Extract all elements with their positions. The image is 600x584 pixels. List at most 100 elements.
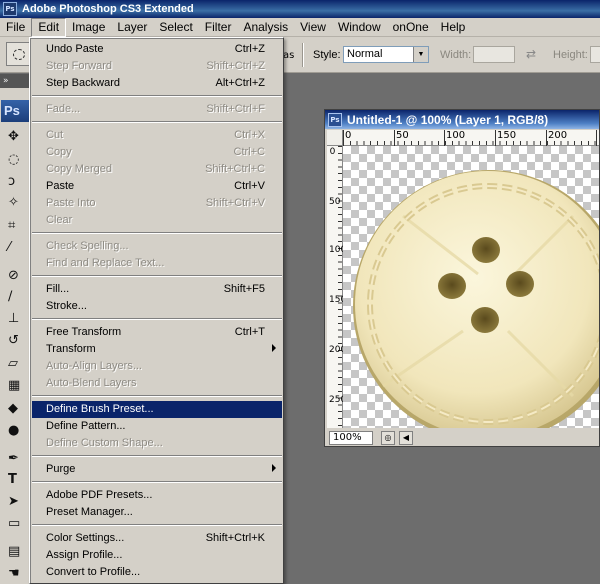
ruler-mark — [343, 130, 344, 146]
vertical-ruler[interactable]: 0 50 100 150 200 250 — [327, 146, 347, 428]
ruler-origin[interactable] — [327, 130, 343, 146]
menu-onone[interactable]: onOne — [387, 18, 435, 37]
pen-tool-icon[interactable]: ✒ — [8, 450, 28, 467]
menu-item-label: Auto-Blend Layers — [46, 377, 137, 389]
toolbox-collapse-icon[interactable]: » — [0, 74, 30, 88]
menu-item-copy[interactable]: Copy Ctrl+C — [32, 144, 282, 161]
menu-analysis[interactable]: Analysis — [237, 18, 294, 37]
menu-file[interactable]: File — [0, 18, 31, 37]
menu-item-shortcut: Shift+Ctrl+V — [205, 197, 265, 209]
menu-item-label: Assign Profile... — [46, 549, 123, 561]
ruler-label: 150 — [329, 295, 347, 305]
menu-item-shortcut: Ctrl+T — [234, 326, 265, 338]
ruler-label: 200 — [329, 345, 347, 355]
width-field[interactable] — [473, 46, 515, 63]
menu-item-step-forward[interactable]: Step Forward Shift+Ctrl+Z — [32, 58, 282, 75]
menu-item-label: Define Brush Preset... — [46, 403, 154, 415]
tool-preset-picker[interactable] — [6, 42, 30, 66]
brush-tool-icon[interactable]: ∕ — [8, 288, 28, 305]
height-label: Height: — [553, 49, 588, 61]
style-select[interactable]: Normal ▼ — [343, 46, 429, 63]
canvas[interactable] — [343, 146, 599, 428]
options-as-label: as — [283, 50, 295, 61]
menu-item-label: Undo Paste — [46, 43, 104, 55]
menu-item-label: Find and Replace Text... — [46, 257, 165, 269]
menu-item-check-spelling[interactable]: Check Spelling... — [32, 238, 282, 255]
menu-item-stroke[interactable]: Stroke... — [32, 298, 282, 315]
menu-separator — [32, 232, 282, 234]
zoom-field[interactable]: 100% — [329, 431, 373, 445]
menu-item-free-transform[interactable]: Free Transform Ctrl+T — [32, 324, 282, 341]
gradient-tool-icon[interactable]: ▦ — [8, 377, 28, 394]
menu-item-label: Step Backward — [46, 77, 120, 89]
menu-item-define-custom-shape[interactable]: Define Custom Shape... — [32, 435, 282, 452]
move-tool-icon[interactable]: ✥ — [8, 128, 28, 145]
blur-tool-icon[interactable]: ◆ — [8, 400, 28, 417]
menu-window[interactable]: Window — [332, 18, 387, 37]
eraser-tool-icon[interactable]: ▱ — [8, 355, 28, 372]
menu-item-find-and-replace-text[interactable]: Find and Replace Text... — [32, 255, 282, 272]
menu-item-adobe-pdf-presets[interactable]: Adobe PDF Presets... — [32, 487, 282, 504]
menu-item-auto-align-layers[interactable]: Auto-Align Layers... — [32, 358, 282, 375]
photoshop-badge-icon[interactable]: Ps — [1, 100, 30, 122]
menu-item-label: Purge — [46, 463, 76, 475]
menu-edit[interactable]: Edit — [31, 17, 67, 37]
menu-item-paste-into[interactable]: Paste Into Shift+Ctrl+V — [32, 195, 282, 212]
menu-item-clear[interactable]: Clear — [32, 212, 282, 229]
menu-item-undo-paste[interactable]: Undo Paste Ctrl+Z — [32, 41, 282, 58]
menu-item-label: Check Spelling... — [46, 240, 129, 252]
crop-tool-icon[interactable]: ⌗ — [8, 217, 28, 234]
menu-item-copy-merged[interactable]: Copy Merged Shift+Ctrl+C — [32, 161, 282, 178]
menu-item-fill[interactable]: Fill... Shift+F5 — [32, 281, 282, 298]
lasso-tool-icon[interactable]: ↄ — [8, 173, 28, 190]
type-tool-icon[interactable]: T — [8, 471, 28, 488]
menu-item-auto-blend-layers[interactable]: Auto-Blend Layers — [32, 375, 282, 392]
eyedropper-tool-icon[interactable]: ⁄ — [8, 239, 28, 256]
menu-select[interactable]: Select — [153, 18, 198, 37]
dodge-tool-icon[interactable]: ● — [8, 422, 28, 439]
document-status-bar: 100% ◎ ◀ — [327, 430, 599, 446]
magic-wand-tool-icon[interactable]: ✧ — [8, 194, 28, 211]
hand-tool-icon[interactable]: ☚ — [8, 565, 28, 582]
menu-item-define-pattern[interactable]: Define Pattern... — [32, 418, 282, 435]
menu-item-shortcut: Ctrl+X — [234, 129, 265, 141]
scroll-left-icon[interactable]: ◀ — [399, 431, 413, 445]
menu-help[interactable]: Help — [435, 18, 472, 37]
menu-item-purge[interactable]: Purge — [32, 461, 282, 478]
menu-image[interactable]: Image — [66, 18, 111, 37]
menu-item-preset-manager[interactable]: Preset Manager... — [32, 504, 282, 521]
menu-item-shortcut: Shift+F5 — [223, 283, 265, 295]
menu-item-paste[interactable]: Paste Ctrl+V — [32, 178, 282, 195]
chevron-down-icon[interactable]: ▼ — [413, 47, 428, 62]
menu-item-label: Paste — [46, 180, 75, 192]
marquee-tool-icon[interactable]: ◌ — [8, 151, 28, 168]
menu-view[interactable]: View — [294, 18, 332, 37]
healing-brush-tool-icon[interactable]: ⊘ — [8, 267, 28, 284]
menu-item-label: Free Transform — [46, 326, 122, 338]
clone-stamp-tool-icon[interactable]: ⊥ — [8, 310, 28, 327]
swap-dimensions-icon[interactable]: ⇄ — [526, 47, 536, 61]
notes-tool-icon[interactable]: ▤ — [8, 543, 28, 560]
shape-tool-icon[interactable]: ▭ — [8, 515, 28, 532]
menu-item-convert-to-profile[interactable]: Convert to Profile... — [32, 564, 282, 581]
document-info-icon[interactable]: ◎ — [381, 431, 395, 445]
menu-filter[interactable]: Filter — [199, 18, 238, 37]
history-brush-tool-icon[interactable]: ↺ — [8, 332, 28, 349]
menu-item-transform[interactable]: Transform — [32, 341, 282, 358]
ruler-mark — [495, 130, 496, 146]
menu-item-label: Clear — [46, 214, 73, 226]
path-selection-tool-icon[interactable]: ➤ — [8, 493, 28, 510]
edit-menu-dropdown: Undo Paste Ctrl+Z Step Forward Shift+Ctrl+Z… — [29, 37, 284, 584]
horizontal-ruler[interactable]: 0 50 100 150 200 — [343, 130, 599, 146]
menu-item-define-brush-preset[interactable]: Define Brush Preset... — [32, 401, 282, 418]
menu-item-step-backward[interactable]: Step Backward Alt+Ctrl+Z — [32, 75, 282, 92]
menu-item-fade[interactable]: Fade... Shift+Ctrl+F — [32, 101, 282, 118]
menu-item-shortcut: Alt+Ctrl+Z — [215, 77, 265, 89]
document-title-bar[interactable]: Ps Untitled-1 @ 100% (Layer 1, RGB/8) — [325, 110, 599, 129]
menu-item-assign-profile[interactable]: Assign Profile... — [32, 547, 282, 564]
menu-item-cut[interactable]: Cut Ctrl+X — [32, 127, 282, 144]
menu-separator — [32, 395, 282, 397]
menu-item-color-settings[interactable]: Color Settings... Shift+Ctrl+K — [32, 530, 282, 547]
menu-layer[interactable]: Layer — [111, 18, 153, 37]
height-field[interactable] — [590, 46, 600, 63]
